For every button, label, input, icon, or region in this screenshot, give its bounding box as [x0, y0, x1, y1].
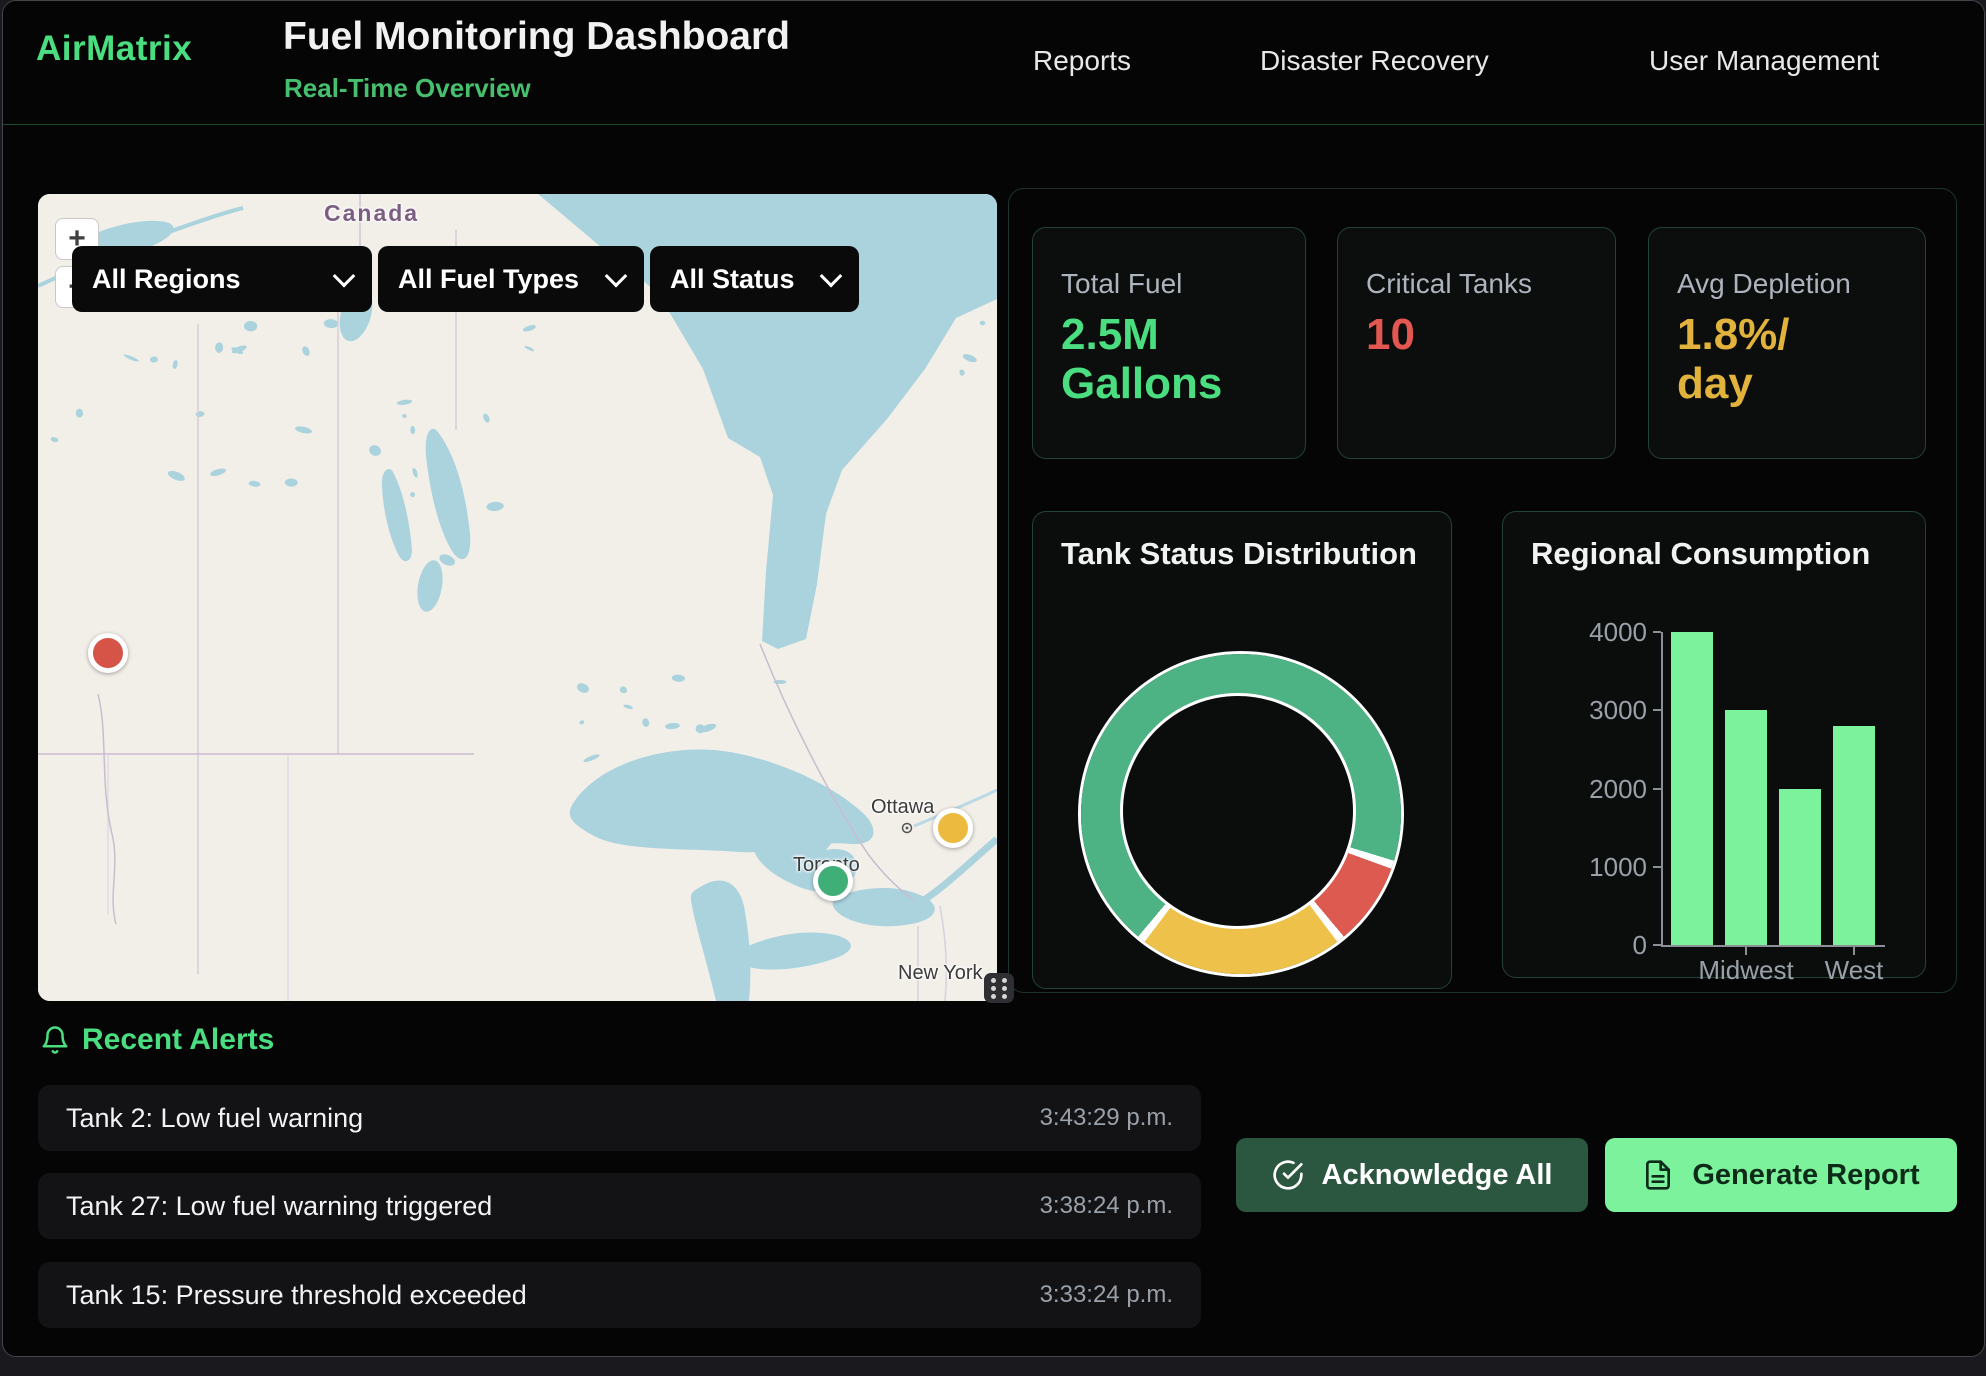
- generate-report-button[interactable]: Generate Report: [1605, 1138, 1957, 1212]
- app-window: AirMatrix Fuel Monitoring Dashboard Real…: [2, 0, 1985, 1357]
- y-tick-label: 1000: [1537, 852, 1647, 883]
- stat-label: Critical Tanks: [1366, 268, 1532, 300]
- map-label-new-york: New York: [898, 962, 983, 985]
- chevron-down-icon: [333, 265, 356, 288]
- stat-card-critical-tanks: Critical Tanks 10: [1337, 227, 1616, 459]
- stat-value: 1.8%/day: [1677, 310, 1790, 409]
- alert-time: 3:38:24 p.m.: [1040, 1192, 1173, 1220]
- map-resize-handle[interactable]: [984, 973, 1014, 1003]
- alert-message: Tank 27: Low fuel warning triggered: [66, 1191, 492, 1222]
- tank-status-chart-card: Tank Status Distribution: [1032, 511, 1452, 989]
- alert-row: Tank 27: Low fuel warning triggered 3:38…: [38, 1173, 1201, 1239]
- stat-card-total-fuel: Total Fuel 2.5MGallons: [1032, 227, 1306, 459]
- bar-chart: 01000200030004000MidwestWest: [1503, 512, 1927, 979]
- stat-value: 10: [1366, 310, 1415, 359]
- bar: [1671, 632, 1713, 945]
- check-circle-icon: [1272, 1159, 1304, 1191]
- alert-row: Tank 2: Low fuel warning 3:43:29 p.m.: [38, 1085, 1201, 1151]
- nav-user-management[interactable]: User Management: [1649, 45, 1879, 77]
- page-subtitle: Real-Time Overview: [284, 73, 531, 104]
- acknowledge-all-label: Acknowledge All: [1322, 1159, 1553, 1192]
- x-tick-label: West: [1825, 955, 1884, 986]
- bar: [1779, 789, 1821, 946]
- map-label-canada: Canada: [324, 200, 419, 227]
- status-filter-value: All Status: [670, 264, 795, 295]
- alert-row: Tank 15: Pressure threshold exceeded 3:3…: [38, 1262, 1201, 1328]
- fuel-type-filter-value: All Fuel Types: [398, 264, 579, 295]
- chevron-down-icon: [605, 265, 628, 288]
- alert-message: Tank 15: Pressure threshold exceeded: [66, 1280, 527, 1311]
- y-tick-label: 2000: [1537, 774, 1647, 805]
- generate-report-label: Generate Report: [1692, 1159, 1919, 1192]
- y-tick-label: 4000: [1537, 617, 1647, 648]
- donut-chart: [1081, 654, 1401, 974]
- chevron-down-icon: [820, 265, 843, 288]
- y-tick-label: 0: [1537, 930, 1647, 961]
- y-tick-label: 3000: [1537, 695, 1647, 726]
- warning-tank-marker[interactable]: [933, 808, 973, 848]
- map-canvas[interactable]: [38, 194, 997, 1001]
- map-label-ottawa: Ottawa: [871, 796, 934, 819]
- map-panel[interactable]: Canada Ottawa Toronto New York + − All R…: [38, 194, 997, 1001]
- x-tick-label: Midwest: [1698, 955, 1793, 986]
- alerts-section-title: Recent Alerts: [82, 1023, 274, 1057]
- alert-message: Tank 2: Low fuel warning: [66, 1103, 363, 1134]
- header: AirMatrix Fuel Monitoring Dashboard Real…: [3, 1, 1984, 125]
- bell-icon: [40, 1025, 70, 1055]
- bar: [1725, 710, 1767, 945]
- alert-time: 3:33:24 p.m.: [1040, 1281, 1173, 1309]
- stat-card-avg-depletion: Avg Depletion 1.8%/day: [1648, 227, 1926, 459]
- stat-label: Total Fuel: [1061, 268, 1182, 300]
- nav-reports[interactable]: Reports: [1033, 45, 1131, 77]
- document-icon: [1642, 1159, 1674, 1191]
- stat-value: 2.5MGallons: [1061, 310, 1222, 409]
- brand-logo: AirMatrix: [36, 29, 192, 69]
- normal-tank-marker[interactable]: [813, 861, 853, 901]
- stat-label: Avg Depletion: [1677, 268, 1851, 300]
- fuel-type-filter-dropdown[interactable]: All Fuel Types: [378, 246, 644, 312]
- donut-hole: [1120, 693, 1356, 929]
- region-filter-dropdown[interactable]: All Regions: [72, 246, 372, 312]
- bar: [1833, 726, 1875, 945]
- region-filter-value: All Regions: [92, 264, 241, 295]
- alert-time: 3:43:29 p.m.: [1040, 1104, 1173, 1132]
- critical-tank-marker[interactable]: [88, 633, 128, 673]
- acknowledge-all-button[interactable]: Acknowledge All: [1236, 1138, 1588, 1212]
- regional-consumption-chart-card: Regional Consumption 01000200030004000Mi…: [1502, 511, 1926, 978]
- status-filter-dropdown[interactable]: All Status: [650, 246, 859, 312]
- nav-disaster-recovery[interactable]: Disaster Recovery: [1260, 45, 1489, 77]
- page-title: Fuel Monitoring Dashboard: [283, 15, 790, 59]
- chart-title: Tank Status Distribution: [1061, 536, 1417, 572]
